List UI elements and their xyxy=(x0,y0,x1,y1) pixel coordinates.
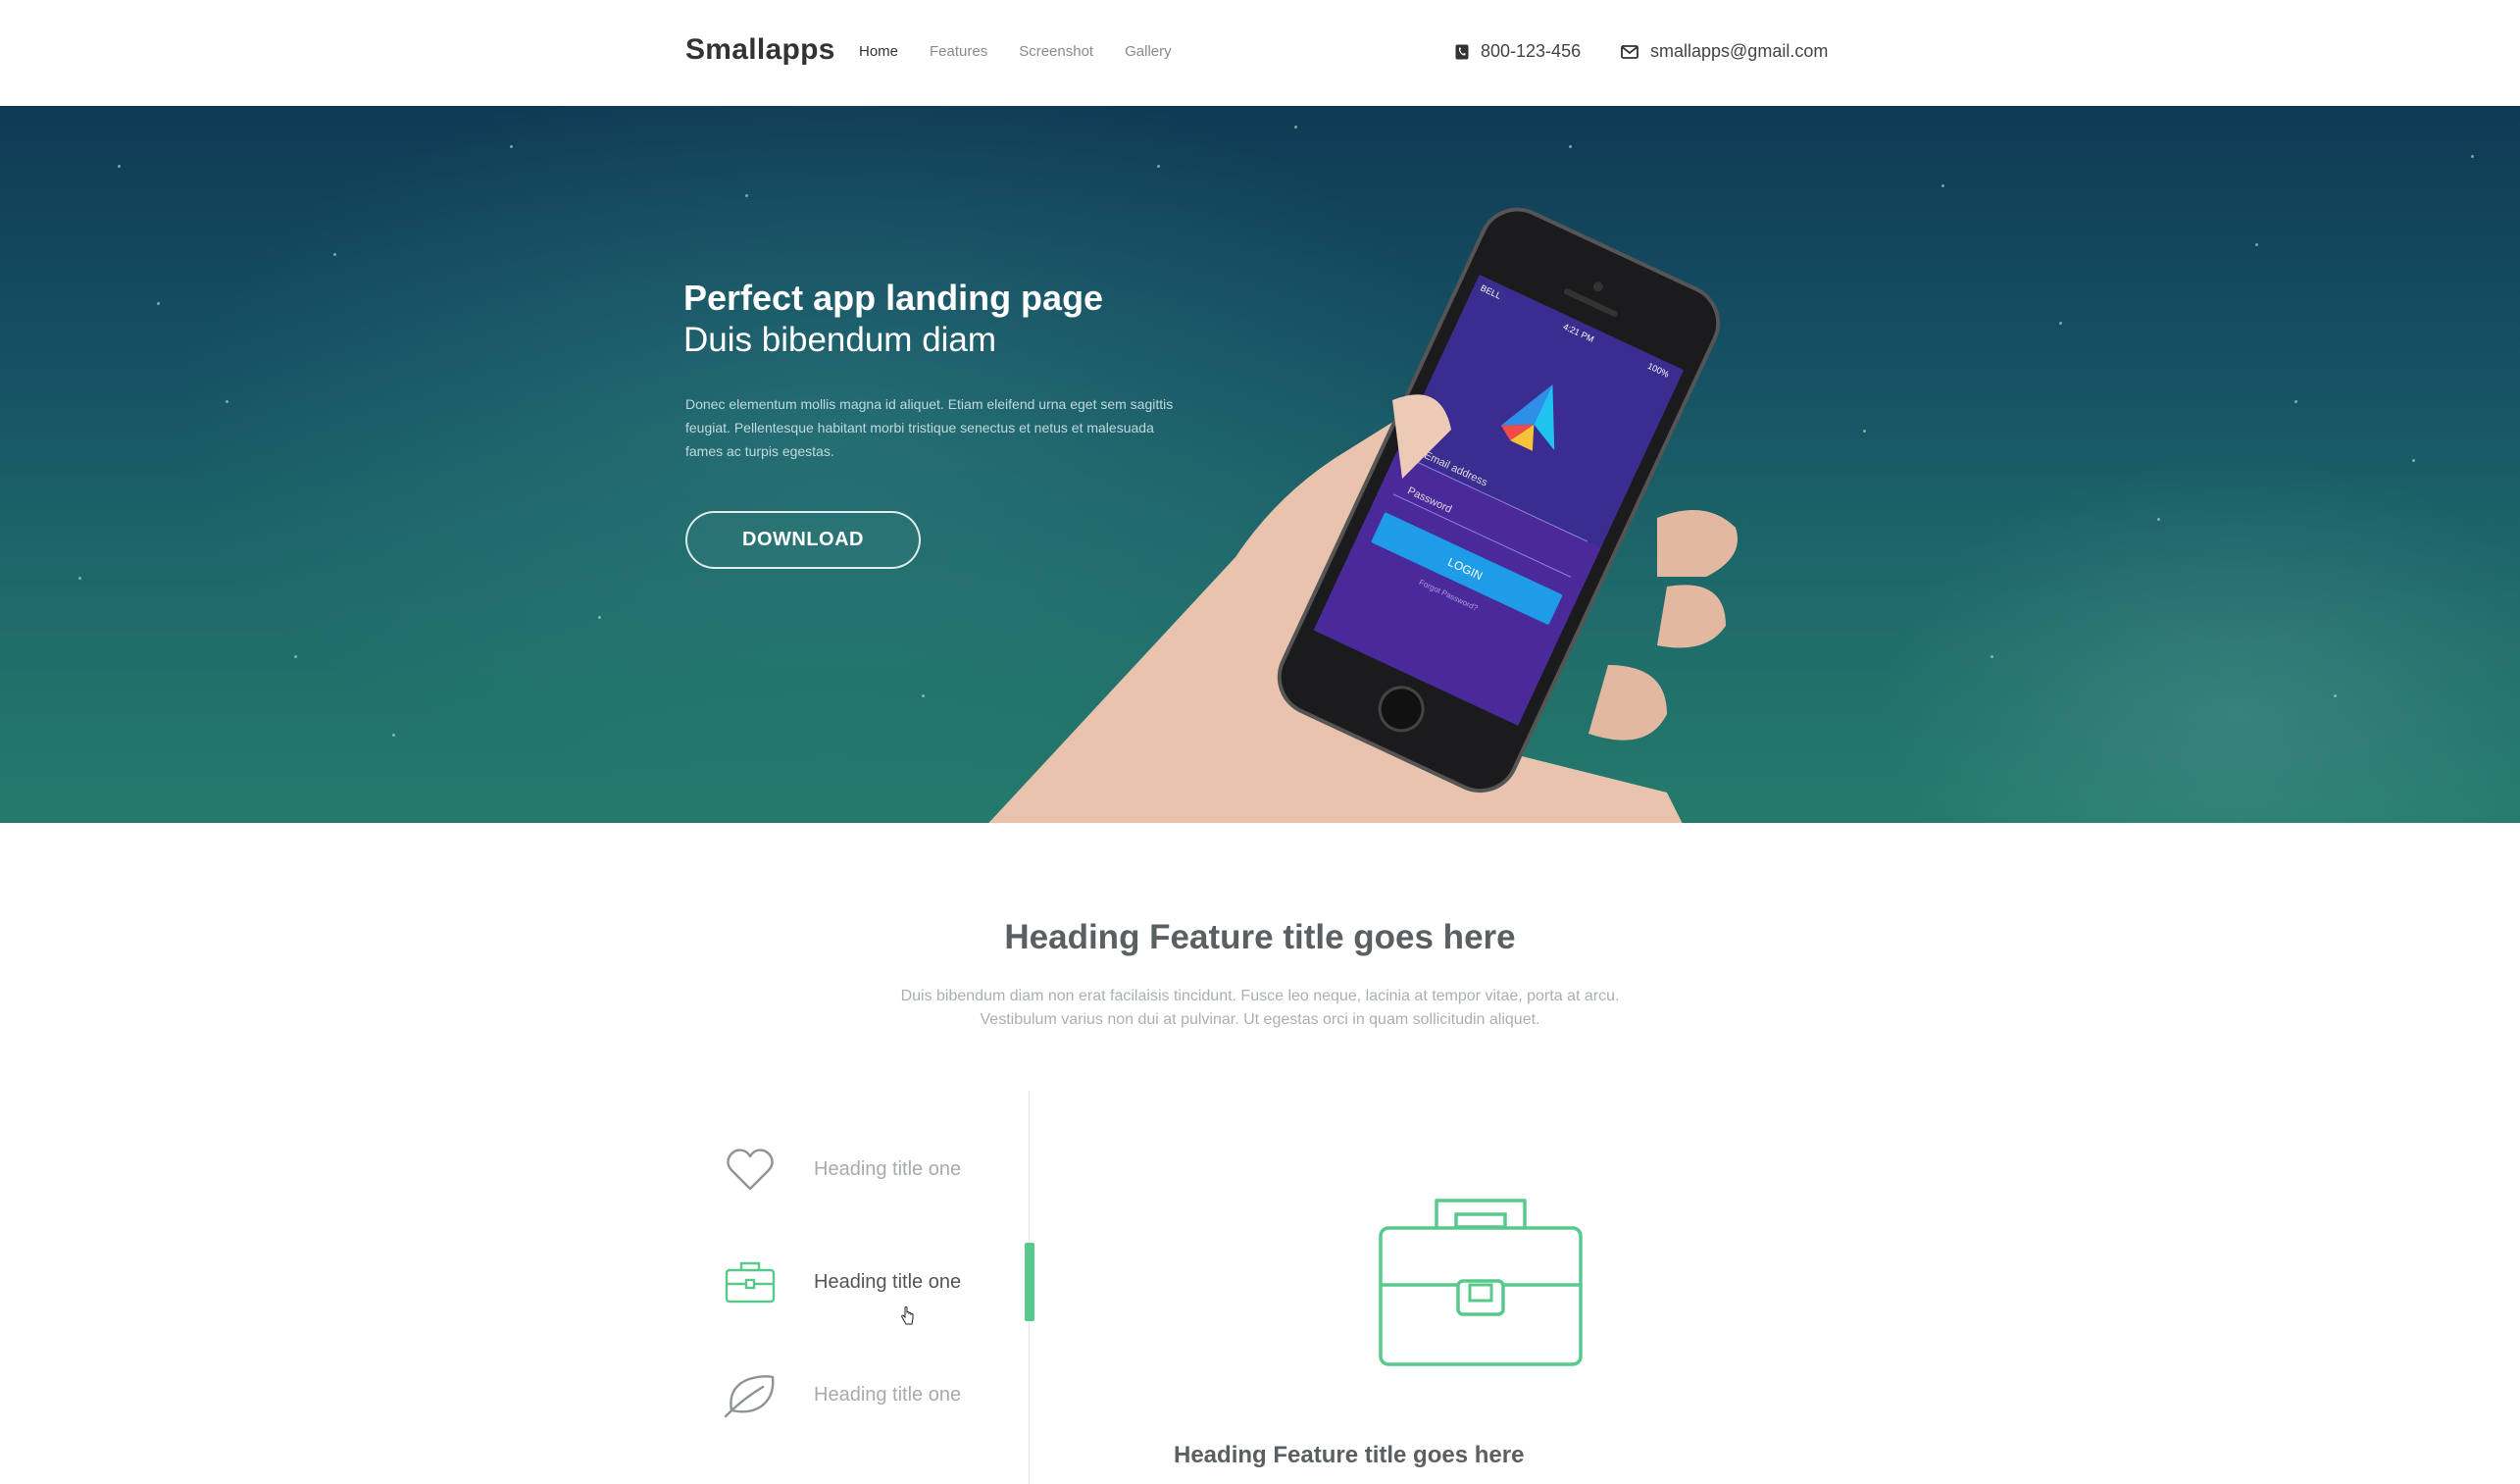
envelope-icon xyxy=(1621,44,1638,59)
brand-logo[interactable]: Smallapps xyxy=(685,33,835,67)
feature-tab-label: Heading title one xyxy=(814,1270,962,1293)
briefcase-icon xyxy=(724,1255,777,1308)
briefcase-large-icon xyxy=(1379,1199,1583,1366)
nav-gallery[interactable]: Gallery xyxy=(1125,43,1172,60)
contact-phone: 800-123-456 xyxy=(1455,41,1581,62)
nav-features[interactable]: Features xyxy=(930,43,987,60)
phone-number[interactable]: 800-123-456 xyxy=(1481,41,1581,62)
contact-email: smallapps@gmail.com xyxy=(1621,41,1828,62)
leaf-icon xyxy=(724,1368,777,1421)
active-tab-indicator xyxy=(1025,1243,1034,1321)
download-button[interactable]: DOWNLOAD xyxy=(685,511,921,569)
feature-tab-label: Heading title one xyxy=(814,1157,962,1180)
top-navbar: Smallapps Home Features Screenshot Galle… xyxy=(0,0,2520,106)
main-nav: Home Features Screenshot Gallery xyxy=(859,43,1172,60)
feature-tab-label: Heading title one xyxy=(814,1383,962,1406)
email-address[interactable]: smallapps@gmail.com xyxy=(1650,41,1828,62)
hand-cursor-icon xyxy=(901,1306,914,1325)
hero-banner: Perfect app landing page Duis bibendum d… xyxy=(0,106,2520,823)
feature-tab-list: Heading title one Heading title one Head… xyxy=(686,1091,1030,1484)
nav-screenshot[interactable]: Screenshot xyxy=(1019,43,1093,60)
features-description-line-2: Vestibulum varius non dui at pulvinar. U… xyxy=(980,1011,1540,1028)
feature-tab-leaf[interactable]: Heading title one xyxy=(686,1356,1030,1434)
feature-detail-title: Heading Feature title goes here xyxy=(1174,1442,1525,1468)
phone-icon xyxy=(1455,44,1469,59)
nav-home[interactable]: Home xyxy=(859,43,898,60)
phone-in-hand-image: BELL 4:21 PM 100% Email address Password… xyxy=(988,207,1738,823)
heart-icon xyxy=(724,1143,777,1196)
feature-tab-briefcase[interactable]: Heading title one xyxy=(686,1243,1030,1321)
feature-tab-heart[interactable]: Heading title one xyxy=(686,1130,1030,1208)
hero-subtitle: Duis bibendum diam xyxy=(683,321,997,359)
features-heading: Heading Feature title goes here xyxy=(1004,918,1516,956)
features-description-line-1: Duis bibendum diam non erat facilaisis t… xyxy=(900,988,1620,1004)
features-description: Duis bibendum diam non erat facilaisis t… xyxy=(0,985,2520,1032)
